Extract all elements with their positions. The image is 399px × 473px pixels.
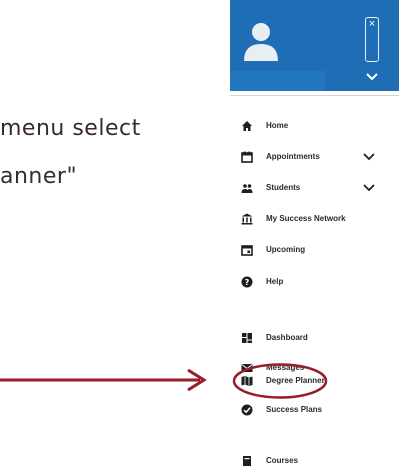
- map-icon: [241, 376, 253, 386]
- book-icon: [243, 456, 251, 466]
- help-icon: ?: [241, 276, 253, 288]
- menu-item-appointments[interactable]: Appointments: [230, 145, 399, 169]
- user-name-bar: [230, 71, 325, 91]
- instruction-line-1: menu select: [0, 116, 141, 141]
- institution-icon: [241, 213, 253, 225]
- menu-item-label: Appointments: [266, 152, 320, 161]
- menu-item-success-plans[interactable]: Success Plans: [230, 398, 399, 422]
- check-circle-icon: [241, 404, 253, 416]
- close-icon: ×: [368, 18, 376, 30]
- menu-item-label: My Success Network: [266, 214, 346, 223]
- dashboard-icon: [242, 333, 252, 343]
- menu-item-students[interactable]: Students: [230, 176, 399, 200]
- divider: [230, 95, 399, 96]
- navigation-panel: × Home Appointments Students My Success …: [230, 0, 399, 473]
- menu-item-label: Success Plans: [266, 405, 323, 414]
- menu-item-label: Students: [266, 183, 301, 192]
- menu-item-degree-planner[interactable]: Degree Planner: [230, 369, 399, 393]
- people-icon: [241, 184, 253, 193]
- menu-item-home[interactable]: Home: [230, 114, 399, 138]
- home-icon: [242, 121, 252, 131]
- menu-item-label: Courses: [266, 456, 299, 465]
- menu-item-label: Degree Planner: [266, 376, 325, 385]
- profile-header: ×: [230, 0, 399, 91]
- instruction-line-2: anner": [0, 164, 78, 189]
- calendar-icon: [241, 151, 253, 163]
- menu-item-my-success-network[interactable]: My Success Network: [230, 207, 399, 231]
- menu-item-label: Help: [266, 277, 284, 286]
- menu-item-courses[interactable]: Courses: [230, 449, 399, 473]
- calendar-icon: [241, 245, 253, 256]
- menu-item-upcoming[interactable]: Upcoming: [230, 238, 399, 262]
- chevron-down-icon[interactable]: [363, 153, 375, 161]
- chevron-down-icon[interactable]: [365, 72, 379, 82]
- chevron-down-icon[interactable]: [363, 184, 375, 192]
- menu-item-dashboard[interactable]: Dashboard: [230, 326, 399, 350]
- close-menu-button[interactable]: ×: [365, 17, 379, 62]
- svg-text:?: ?: [245, 278, 250, 287]
- annotation-arrow: [0, 368, 207, 392]
- menu-item-label: Dashboard: [266, 333, 308, 342]
- avatar-icon[interactable]: [242, 21, 280, 61]
- menu-item-help[interactable]: ? Help: [230, 270, 399, 294]
- menu-item-label: Home: [266, 121, 289, 130]
- menu-item-label: Upcoming: [266, 245, 306, 254]
